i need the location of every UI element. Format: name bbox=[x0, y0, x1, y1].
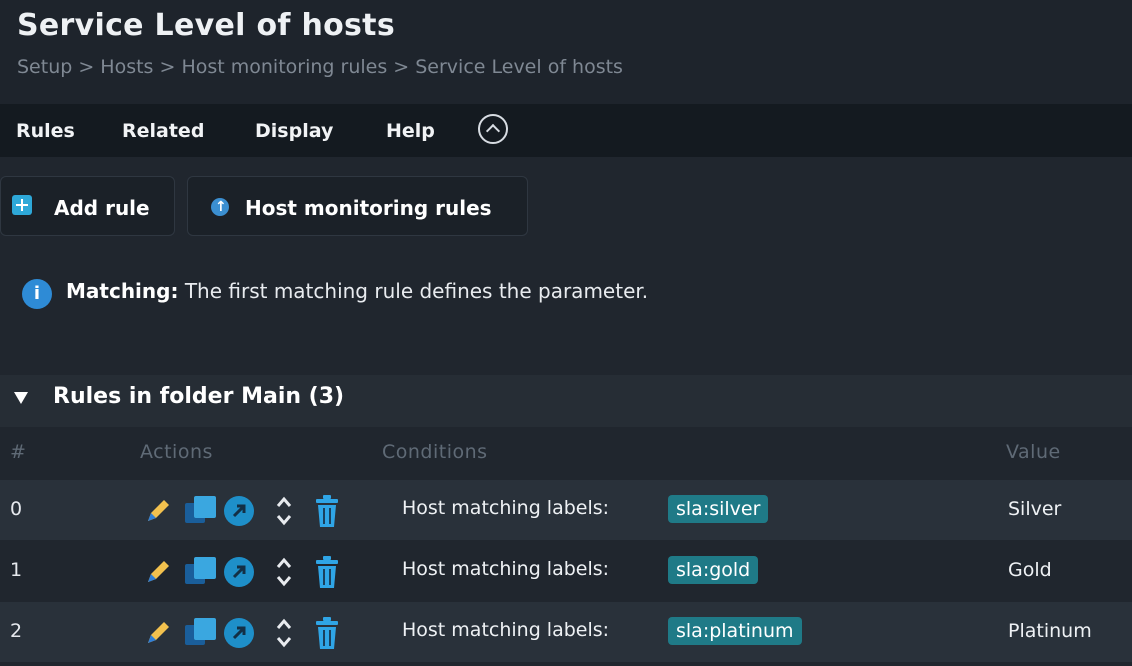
plus-icon bbox=[12, 195, 32, 215]
row-value: Silver bbox=[1008, 498, 1062, 520]
export-icon[interactable] bbox=[224, 618, 254, 648]
label-tag[interactable]: sla:platinum bbox=[668, 617, 802, 645]
menu-help[interactable]: Help bbox=[386, 120, 435, 142]
row-value: Gold bbox=[1008, 559, 1052, 581]
trash-icon[interactable] bbox=[313, 616, 341, 650]
clone-icon[interactable] bbox=[184, 556, 218, 586]
edit-icon[interactable] bbox=[144, 558, 172, 586]
clone-icon[interactable] bbox=[184, 617, 218, 647]
header-actions: Actions bbox=[140, 441, 213, 463]
menu-rules[interactable]: Rules bbox=[16, 120, 75, 142]
chevron-up-circle-icon[interactable] bbox=[478, 114, 508, 144]
label-tag[interactable]: sla:gold bbox=[668, 556, 759, 584]
triangle-down-icon[interactable] bbox=[14, 392, 28, 404]
menu-related[interactable]: Related bbox=[122, 120, 204, 142]
upload-icon bbox=[211, 198, 229, 216]
row-index: 1 bbox=[10, 559, 23, 581]
row-value: Platinum bbox=[1008, 620, 1092, 642]
host-monitoring-rules-label: Host monitoring rules bbox=[245, 196, 492, 220]
table-row: 2 Host matching labels: sla:platinum Pla… bbox=[0, 602, 1132, 662]
row-index: 2 bbox=[10, 620, 23, 642]
table-row: 0 Host matching labels: sla:silver Silve… bbox=[0, 480, 1132, 540]
info-detail: The first matching rule defines the para… bbox=[178, 279, 649, 303]
export-icon[interactable] bbox=[224, 557, 254, 587]
menu-display[interactable]: Display bbox=[255, 120, 333, 142]
move-icon[interactable] bbox=[274, 493, 294, 529]
info-message: Matching: The first matching rule define… bbox=[66, 279, 648, 303]
trash-icon[interactable] bbox=[313, 494, 341, 528]
edit-icon[interactable] bbox=[144, 619, 172, 647]
header-value: Value bbox=[1006, 441, 1061, 463]
condition-label: Host matching labels: bbox=[402, 558, 610, 580]
condition-label: Host matching labels: bbox=[402, 619, 610, 641]
info-label: Matching: bbox=[66, 279, 179, 303]
header-index: # bbox=[10, 441, 27, 463]
trash-icon[interactable] bbox=[313, 555, 341, 589]
row-index: 0 bbox=[10, 498, 23, 520]
clone-icon[interactable] bbox=[184, 495, 218, 525]
table-row: 1 Host matching labels: sla:gold Gold bbox=[0, 541, 1132, 601]
condition-label: Host matching labels: bbox=[402, 497, 610, 519]
header-conditions: Conditions bbox=[382, 441, 488, 463]
info-icon: i bbox=[22, 279, 52, 309]
folder-title[interactable]: Rules in folder Main (3) bbox=[53, 384, 344, 409]
breadcrumb[interactable]: Setup > Hosts > Host monitoring rules > … bbox=[17, 56, 623, 78]
edit-icon[interactable] bbox=[144, 497, 172, 525]
label-tag[interactable]: sla:silver bbox=[668, 495, 769, 523]
add-rule-label: Add rule bbox=[54, 196, 150, 220]
move-icon[interactable] bbox=[274, 554, 294, 590]
page-title: Service Level of hosts bbox=[17, 8, 395, 43]
export-icon[interactable] bbox=[224, 496, 254, 526]
move-icon[interactable] bbox=[274, 615, 294, 651]
